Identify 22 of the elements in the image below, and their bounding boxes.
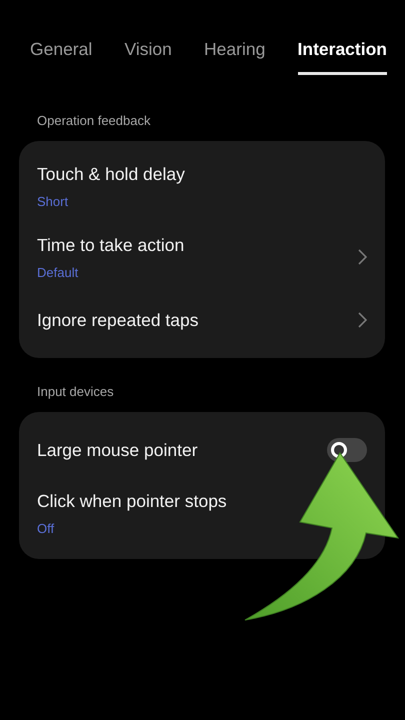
tab[interactable]: Interaction <box>298 36 387 76</box>
chevron-icon <box>358 248 367 265</box>
setting-value: Short <box>37 193 70 211</box>
setting-title: Time to take action <box>37 234 186 256</box>
tab[interactable]: Vision <box>124 36 172 76</box>
tab[interactable]: General <box>30 36 92 76</box>
section-header: Operation feedback <box>36 112 152 130</box>
chevron-icon <box>358 312 367 328</box>
setting-title: Ignore repeated taps <box>37 309 200 332</box>
toggle-switch[interactable] <box>327 438 367 462</box>
setting-title: Click when pointer stops <box>37 490 228 513</box>
settings-row[interactable]: Click when pointer stops Off <box>19 478 385 548</box>
setting-title: Large mouse pointer <box>37 438 199 462</box>
setting-value: Off <box>37 520 56 538</box>
settings-row[interactable]: Time to take action Default <box>19 222 385 292</box>
setting-title: Touch & hold delay <box>37 162 186 186</box>
tab[interactable]: Hearing <box>204 36 266 76</box>
settings-row[interactable]: Large mouse pointer <box>19 422 385 478</box>
settings-row[interactable]: Touch & hold delay Short <box>19 150 385 222</box>
setting-value: Default <box>37 264 80 282</box>
settings-row[interactable]: Ignore repeated taps <box>19 292 385 348</box>
section-header: Input devices <box>36 383 115 402</box>
